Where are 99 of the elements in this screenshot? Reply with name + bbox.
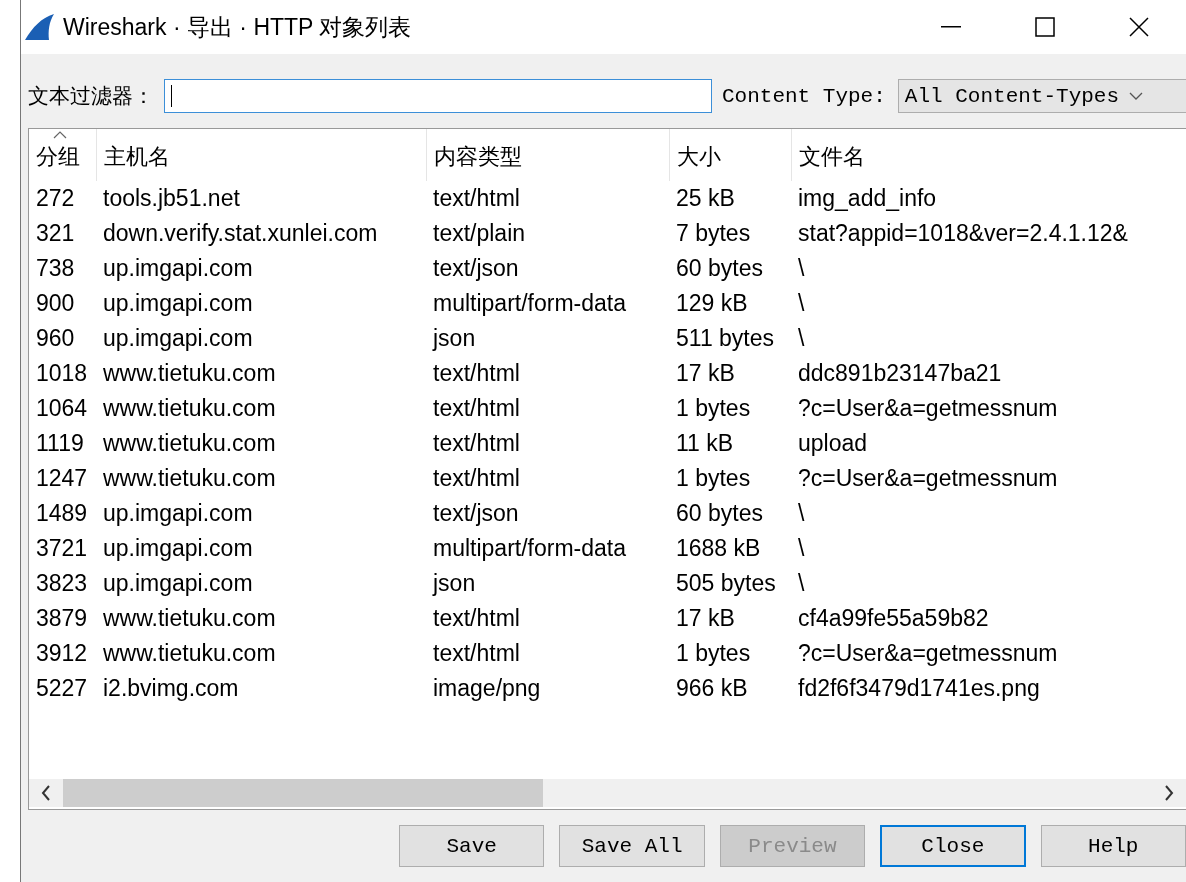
table-cell-text: multipart/form-data xyxy=(432,534,627,563)
content-type-dropdown[interactable]: All Content-Types xyxy=(897,79,1186,113)
table-cell-text: stat?appid=1018&ver=2.4.1.12& xyxy=(797,219,1129,248)
column-header[interactable]: 内容类型 xyxy=(426,129,669,181)
table-cell-text: www.tietuku.com xyxy=(102,429,277,458)
table-cell-text: ?c=User&a=getmessnum xyxy=(797,394,1059,423)
scroll-left-icon[interactable] xyxy=(41,785,51,801)
table-cell-text: ddc891b23147ba21 xyxy=(797,359,1003,388)
table-cell-text: ?c=User&a=getmessnum xyxy=(797,464,1059,493)
table-cell-text: up.imgapi.com xyxy=(102,569,254,598)
table-cell: img_add_info xyxy=(791,181,1186,216)
table-cell-text: 17 kB xyxy=(675,604,736,633)
dialog-button[interactable]: Save All xyxy=(559,825,705,867)
table-cell-text: text/json xyxy=(432,499,520,528)
dialog-button[interactable]: Help xyxy=(1040,825,1186,867)
table-cell-text: text/html xyxy=(432,604,521,633)
table-cell-text: 60 bytes xyxy=(675,499,764,528)
table-cell-text: json xyxy=(431,324,477,353)
dialog-button[interactable]: Close xyxy=(880,825,1026,867)
table-cell-text: \ xyxy=(797,324,806,353)
table-cell-text: 3721 xyxy=(35,534,89,563)
table-cell-text: 7 bytes xyxy=(675,219,752,248)
column-header[interactable]: 分组 xyxy=(29,129,96,181)
table-cell-text: 1688 kB xyxy=(675,534,762,563)
column-header[interactable]: 文件名 xyxy=(791,129,1186,181)
filter-field[interactable] xyxy=(164,79,712,113)
scrollbar-thumb[interactable] xyxy=(63,779,543,807)
table-cell-text: upload xyxy=(797,429,869,458)
table-cell-text: 60 bytes xyxy=(675,254,764,283)
table-cell-text: 11 kB xyxy=(675,429,735,458)
table-cell-text: up.imgapi.com xyxy=(102,324,254,353)
table-cell-text: www.tietuku.com xyxy=(102,394,277,423)
table-cell-text: \ xyxy=(797,254,806,283)
table-cell-text: 505 bytes xyxy=(675,569,777,598)
horizontal-scrollbar[interactable] xyxy=(29,779,1186,807)
table-cell-text: text/html xyxy=(432,394,521,423)
table-cell-text: down.verify.stat.xunlei.com xyxy=(102,219,379,248)
table-cell-text: 1064 xyxy=(35,394,89,423)
table-cell-text: 1 bytes xyxy=(675,394,752,423)
table-cell-text: ?c=User&a=getmessnum xyxy=(797,639,1059,668)
table-cell-text: www.tietuku.com xyxy=(102,464,277,493)
close-icon[interactable] xyxy=(1129,17,1149,37)
table-cell: text/html xyxy=(426,181,669,216)
table-cell-text: text/json xyxy=(432,254,520,283)
sort-ascending-icon xyxy=(53,131,67,139)
table-cell-text: 3879 xyxy=(35,604,89,633)
table-cell-text: up.imgapi.com xyxy=(102,534,254,563)
table-cell-text: 738 xyxy=(35,254,76,283)
table-cell-text: 1 bytes xyxy=(675,639,752,668)
table-cell-text: 17 kB xyxy=(675,359,736,388)
table-cell-text: 1489 xyxy=(35,499,89,528)
table-cell-text: cf4a99fe55a59b82 xyxy=(797,604,990,633)
table-cell-text: \ xyxy=(797,534,806,563)
table-cell-text: 3912 xyxy=(35,639,89,668)
table-cell-text: 3823 xyxy=(35,569,89,598)
table-cell-text: image/png xyxy=(432,674,542,703)
table-cell-text: 1247 xyxy=(35,464,89,493)
table-cell-text: up.imgapi.com xyxy=(102,289,254,318)
minimize-icon[interactable] xyxy=(941,26,961,28)
table-cell-text: json xyxy=(431,569,477,598)
chevron-down-icon xyxy=(1129,92,1144,100)
table-cell-text: text/plain xyxy=(432,219,527,248)
table-cell-text: 129 kB xyxy=(675,289,749,318)
window-title: Wireshark · 导出 · HTTP 对象列表 xyxy=(63,12,413,42)
scroll-right-icon[interactable] xyxy=(1164,785,1174,801)
table-cell-text: www.tietuku.com xyxy=(102,639,277,668)
table-cell-text: i2.bvimg.com xyxy=(102,674,240,703)
table-cell-text: up.imgapi.com xyxy=(102,254,254,283)
table-cell-text: up.imgapi.com xyxy=(102,499,254,528)
table-cell-text: 900 xyxy=(35,289,76,318)
column-header[interactable]: 大小 xyxy=(669,129,791,181)
table-cell-text: www.tietuku.com xyxy=(102,359,277,388)
table-cell: 272 xyxy=(29,181,96,216)
table-cell-text: 321 xyxy=(35,219,76,248)
table-cell-text: \ xyxy=(797,499,806,528)
table-cell-text: text/html xyxy=(432,429,521,458)
table-cell: 25 kB xyxy=(669,181,791,216)
table-cell-text: text/html xyxy=(432,359,521,388)
table-cell-text: 5227 xyxy=(35,674,89,703)
table-cell-text: 966 kB xyxy=(675,674,749,703)
table-cell-text: \ xyxy=(797,289,806,318)
shark-fin-icon xyxy=(23,13,55,41)
table-cell-text: fd2f6f3479d1741es.png xyxy=(797,674,1041,703)
table-cell-text: 1119 xyxy=(35,429,85,458)
table-cell-text: 1 bytes xyxy=(675,464,752,493)
table-cell-text: text/html xyxy=(432,464,521,493)
table-cell-text: 1018 xyxy=(35,359,89,388)
maximize-icon[interactable] xyxy=(1035,17,1055,37)
dialog-button[interactable]: Save xyxy=(399,825,545,867)
table-cell: tools.jb51.net xyxy=(96,181,426,216)
table-cell-text: text/html xyxy=(432,639,521,668)
table-cell-text: 511 bytes xyxy=(675,324,776,353)
table-cell-text: www.tietuku.com xyxy=(102,604,277,633)
table-cell-text: 960 xyxy=(35,324,76,353)
table-cell-text: \ xyxy=(797,569,806,598)
content-type-label: Content Type: xyxy=(722,84,886,108)
table-cell-text: multipart/form-data xyxy=(432,289,627,318)
column-header[interactable]: 主机名 xyxy=(96,129,426,181)
filter-label: 文本过滤器： xyxy=(28,83,154,109)
